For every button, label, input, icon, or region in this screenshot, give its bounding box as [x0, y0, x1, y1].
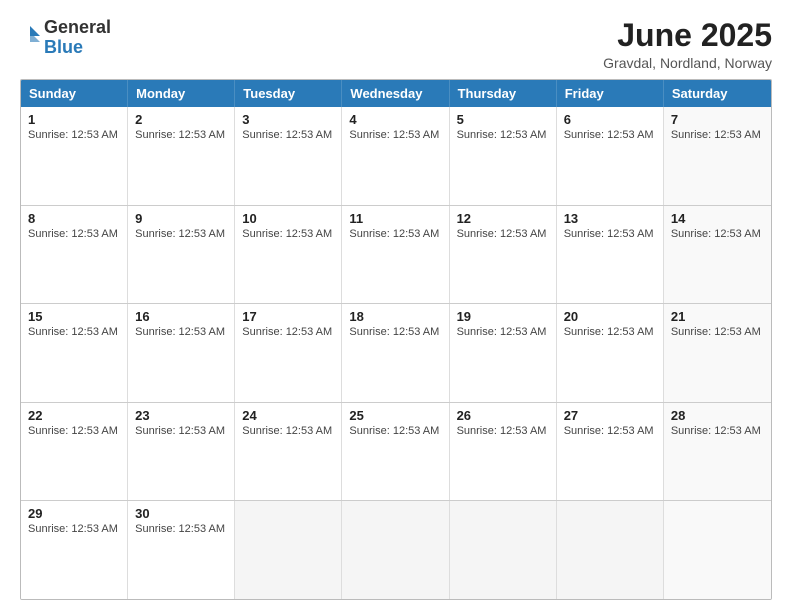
- week-row-2: 8Sunrise: 12:53 AM 9Sunrise: 12:53 AM 10…: [21, 205, 771, 304]
- cell-28: 28Sunrise: 12:53 AM: [664, 403, 771, 501]
- cell-empty-3: [450, 501, 557, 599]
- week-row-1: 1Sunrise: 12:53 AM 2Sunrise: 12:53 AM 3S…: [21, 107, 771, 205]
- week-row-3: 15Sunrise: 12:53 AM 16Sunrise: 12:53 AM …: [21, 303, 771, 402]
- cell-6: 6Sunrise: 12:53 AM: [557, 107, 664, 205]
- calendar-body: 1Sunrise: 12:53 AM 2Sunrise: 12:53 AM 3S…: [21, 107, 771, 599]
- cell-29: 29Sunrise: 12:53 AM: [21, 501, 128, 599]
- cell-12: 12Sunrise: 12:53 AM: [450, 206, 557, 304]
- location-subtitle: Gravdal, Nordland, Norway: [603, 55, 772, 71]
- cell-20: 20Sunrise: 12:53 AM: [557, 304, 664, 402]
- cell-24: 24Sunrise: 12:53 AM: [235, 403, 342, 501]
- cell-30: 30Sunrise: 12:53 AM: [128, 501, 235, 599]
- cell-11: 11Sunrise: 12:53 AM: [342, 206, 449, 304]
- logo-icon: [20, 24, 40, 52]
- week-row-5: 29Sunrise: 12:53 AM 30Sunrise: 12:53 AM: [21, 500, 771, 599]
- cell-8: 8Sunrise: 12:53 AM: [21, 206, 128, 304]
- title-block: June 2025 Gravdal, Nordland, Norway: [603, 18, 772, 71]
- cell-19: 19Sunrise: 12:53 AM: [450, 304, 557, 402]
- month-title: June 2025: [603, 18, 772, 53]
- cell-18: 18Sunrise: 12:53 AM: [342, 304, 449, 402]
- cell-empty-1: [235, 501, 342, 599]
- cell-13: 13Sunrise: 12:53 AM: [557, 206, 664, 304]
- cell-26: 26Sunrise: 12:53 AM: [450, 403, 557, 501]
- cell-10: 10Sunrise: 12:53 AM: [235, 206, 342, 304]
- cell-empty-5: [664, 501, 771, 599]
- calendar: Sunday Monday Tuesday Wednesday Thursday…: [20, 79, 772, 600]
- cell-27: 27Sunrise: 12:53 AM: [557, 403, 664, 501]
- calendar-header: Sunday Monday Tuesday Wednesday Thursday…: [21, 80, 771, 107]
- cell-21: 21Sunrise: 12:53 AM: [664, 304, 771, 402]
- cell-16: 16Sunrise: 12:53 AM: [128, 304, 235, 402]
- cell-empty-4: [557, 501, 664, 599]
- cell-3: 3Sunrise: 12:53 AM: [235, 107, 342, 205]
- header-tuesday: Tuesday: [235, 80, 342, 107]
- header-friday: Friday: [557, 80, 664, 107]
- cell-2: 2Sunrise: 12:53 AM: [128, 107, 235, 205]
- cell-empty-2: [342, 501, 449, 599]
- cell-7: 7Sunrise: 12:53 AM: [664, 107, 771, 205]
- cell-25: 25Sunrise: 12:53 AM: [342, 403, 449, 501]
- header-wednesday: Wednesday: [342, 80, 449, 107]
- cell-9: 9Sunrise: 12:53 AM: [128, 206, 235, 304]
- logo-blue-text: Blue: [44, 37, 83, 57]
- page: General Blue June 2025 Gravdal, Nordland…: [0, 0, 792, 612]
- logo: General Blue: [20, 18, 111, 58]
- header-sunday: Sunday: [21, 80, 128, 107]
- cell-17: 17Sunrise: 12:53 AM: [235, 304, 342, 402]
- cell-1: 1Sunrise: 12:53 AM: [21, 107, 128, 205]
- header-saturday: Saturday: [664, 80, 771, 107]
- cell-5: 5Sunrise: 12:53 AM: [450, 107, 557, 205]
- header: General Blue June 2025 Gravdal, Nordland…: [20, 18, 772, 71]
- header-monday: Monday: [128, 80, 235, 107]
- cell-14: 14Sunrise: 12:53 AM: [664, 206, 771, 304]
- cell-4: 4Sunrise: 12:53 AM: [342, 107, 449, 205]
- week-row-4: 22Sunrise: 12:53 AM 23Sunrise: 12:53 AM …: [21, 402, 771, 501]
- header-thursday: Thursday: [450, 80, 557, 107]
- cell-22: 22Sunrise: 12:53 AM: [21, 403, 128, 501]
- cell-23: 23Sunrise: 12:53 AM: [128, 403, 235, 501]
- cell-15: 15Sunrise: 12:53 AM: [21, 304, 128, 402]
- logo-general-text: General: [44, 17, 111, 37]
